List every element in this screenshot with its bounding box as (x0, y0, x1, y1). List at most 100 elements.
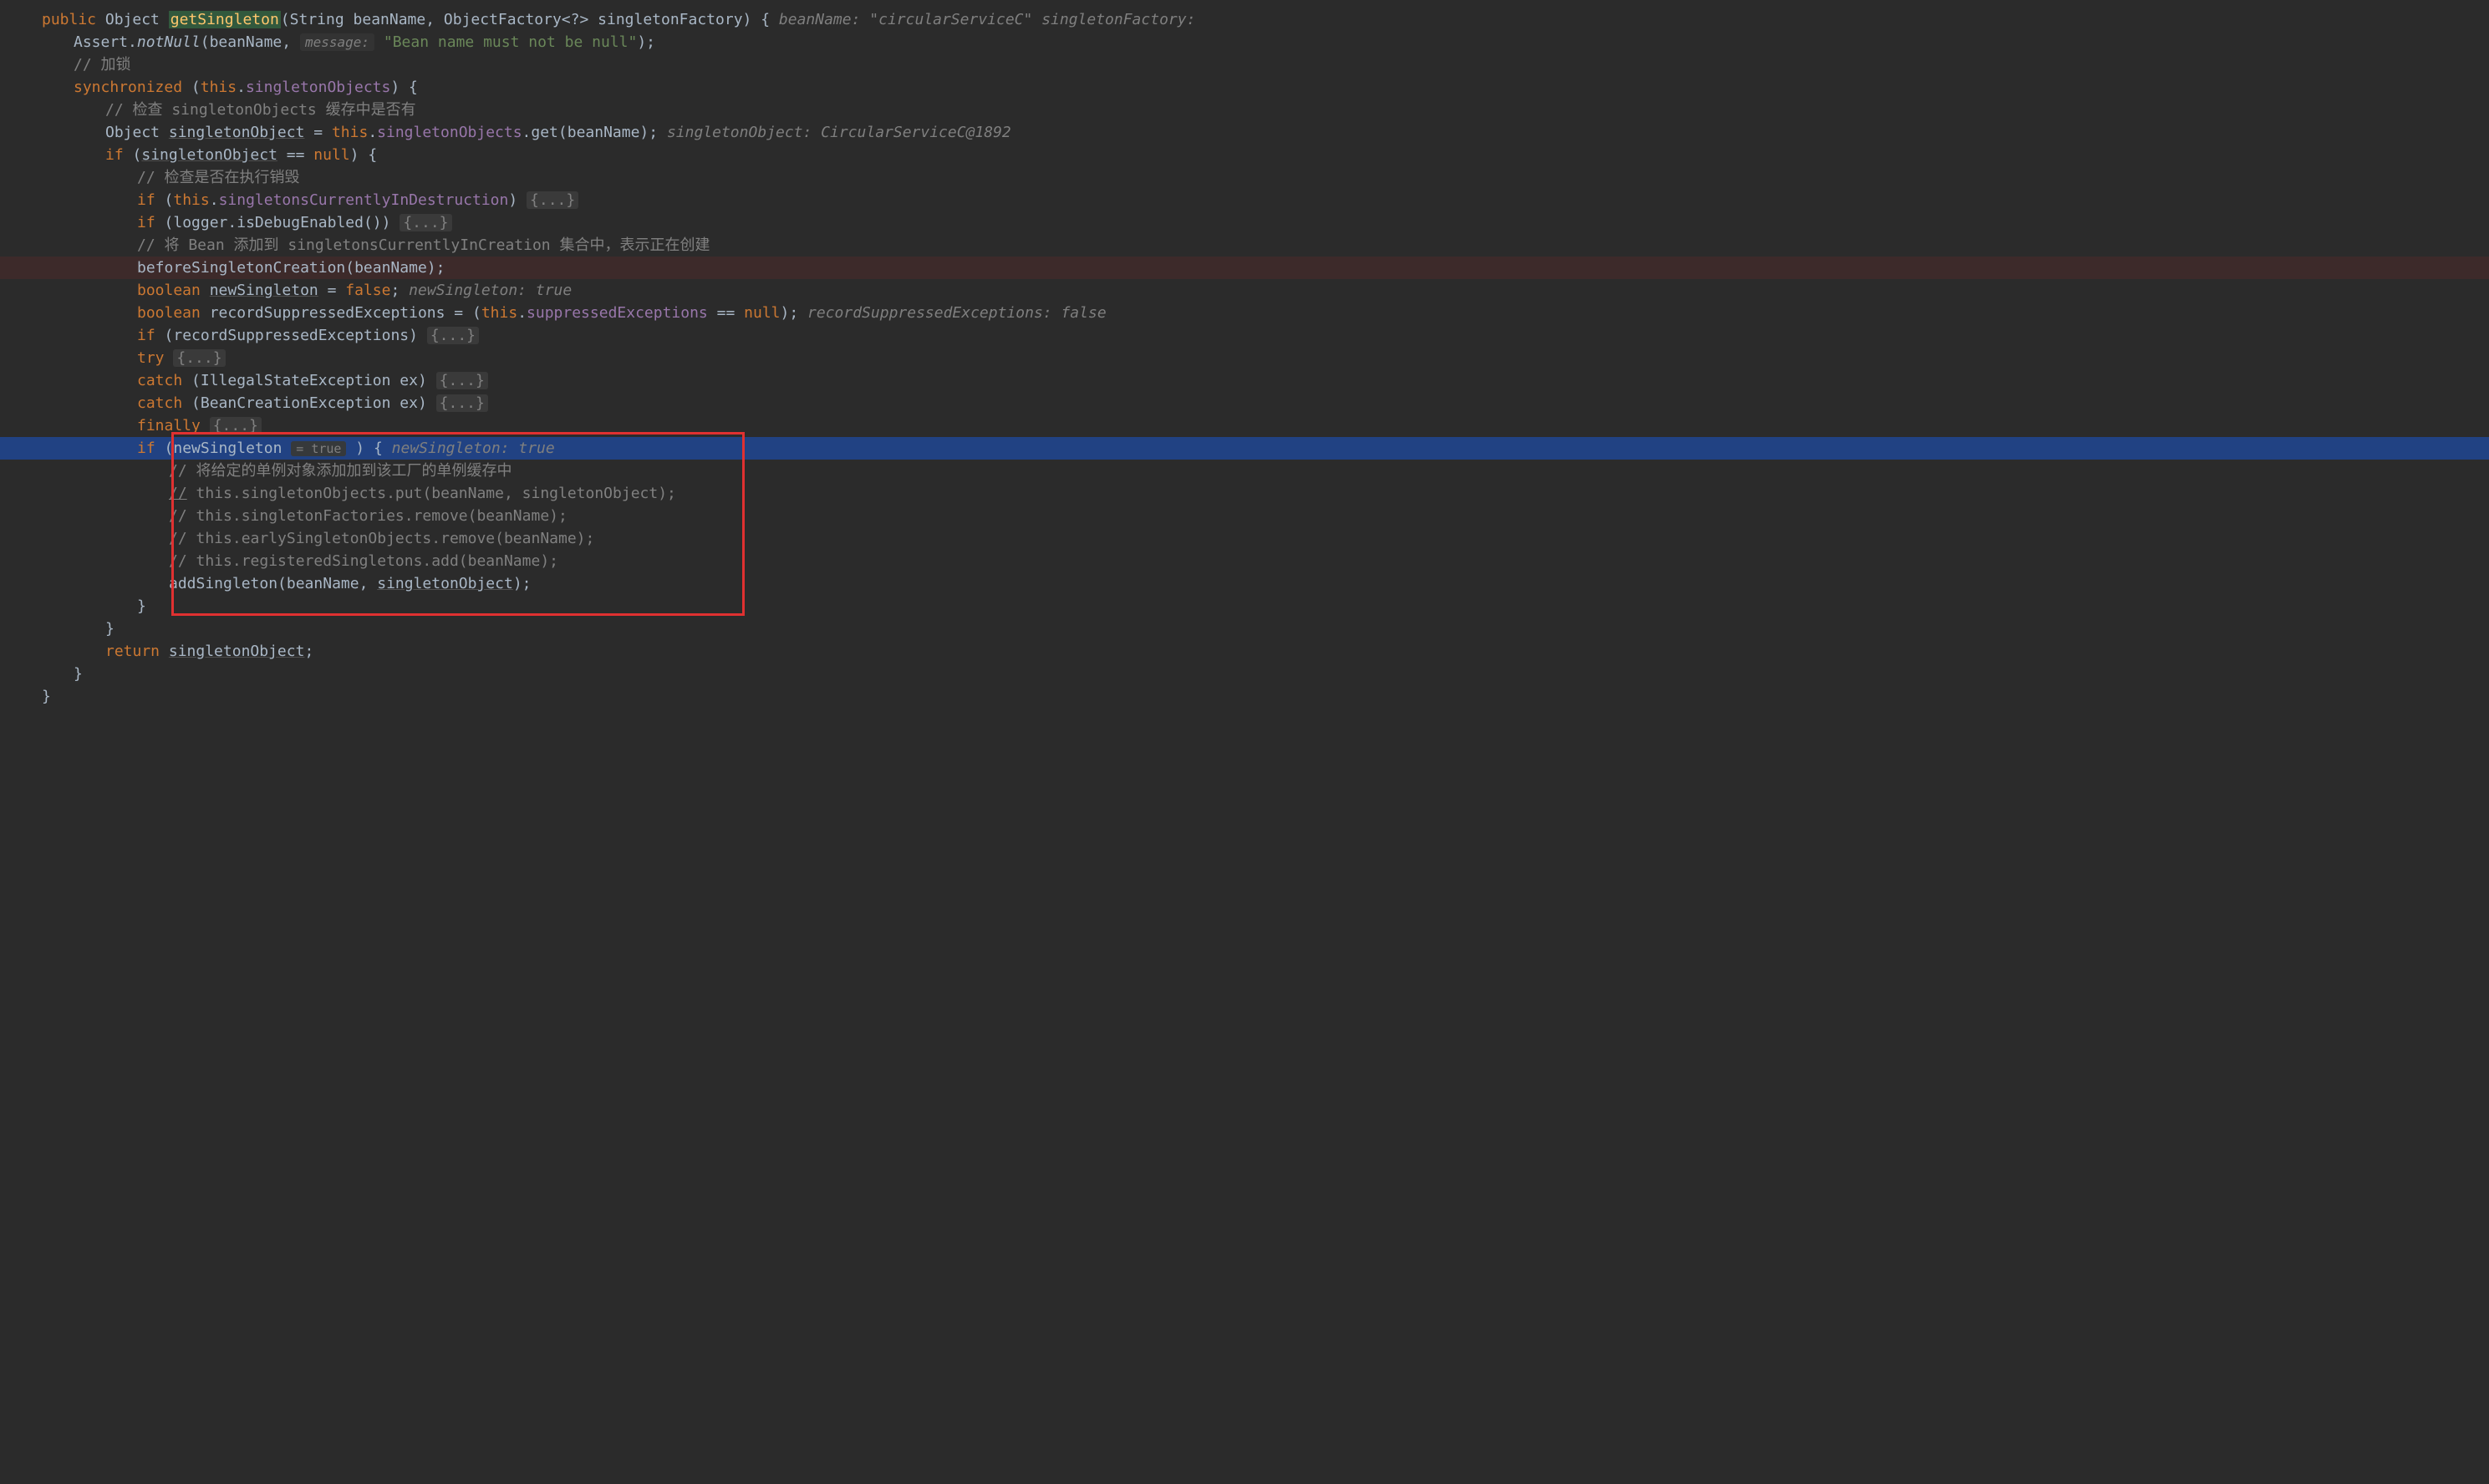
code-fold[interactable]: {...} (210, 417, 262, 435)
param-type: ObjectFactory<?> (444, 11, 588, 28)
keyword-finally: finally (137, 417, 201, 435)
keyword-if: if (137, 327, 155, 344)
code-fold[interactable]: {...} (173, 349, 225, 367)
code-fold[interactable]: {...} (400, 214, 451, 231)
comment: // this.singletonFactories.remove(beanNa… (169, 507, 568, 525)
code-line-method-signature[interactable]: public Object getSingleton(String beanNa… (42, 8, 2489, 31)
code-fold[interactable]: {...} (436, 394, 488, 412)
method-call: notNull (137, 33, 201, 51)
code-line-comment[interactable]: // 将给定的单例对象添加加到该工厂的单例缓存中 (42, 460, 2489, 482)
code-line-synchronized[interactable]: synchronized (this.singletonObjects) { (42, 76, 2489, 99)
code-line-before-creation[interactable]: beforeSingletonCreation(beanName); (0, 257, 2489, 279)
field-ref: singletonObjects (377, 124, 522, 141)
local-var: newSingleton (173, 440, 282, 457)
debug-inline-value: = true (291, 441, 346, 456)
comment: // 将 Bean 添加到 singletonsCurrentlyInCreat… (137, 236, 710, 254)
comment: // this.singletonObjects.put(beanName, s… (169, 485, 676, 502)
field-ref: singletonObjects (246, 79, 390, 96)
param-name: beanName (354, 11, 426, 28)
code-line-close-brace[interactable]: } (42, 617, 2489, 640)
code-line-catch-fold[interactable]: catch (BeanCreationException ex) {...} (42, 392, 2489, 414)
code-fold[interactable]: {...} (427, 327, 479, 344)
code-line-catch-fold[interactable]: catch (IllegalStateException ex) {...} (42, 369, 2489, 392)
paren: ( (281, 11, 290, 28)
type: Object (105, 124, 160, 141)
return-type: Object (105, 11, 169, 28)
code-line-assign[interactable]: boolean newSingleton = false; newSinglet… (42, 279, 2489, 302)
class-ref: Assert (74, 33, 128, 51)
local-var: singletonObject (169, 643, 305, 660)
code-line-comment[interactable]: // 加锁 (42, 53, 2489, 76)
method-name-highlighted: getSingleton (169, 11, 281, 28)
field-ref: suppressedExceptions (527, 304, 708, 322)
close-brace: } (105, 620, 115, 638)
debug-inline-hint: newSingleton: true (392, 440, 555, 457)
code-line-comment[interactable]: // this.registeredSingletons.add(beanNam… (42, 550, 2489, 572)
code-line-comment[interactable]: // 检查是否在执行销毁 (42, 166, 2489, 189)
code-line-close-brace[interactable]: } (42, 595, 2489, 617)
keyword-public: public (42, 11, 96, 28)
code-line-assert[interactable]: Assert.notNull(beanName, message: "Bean … (42, 31, 2489, 53)
logger-ref: logger (173, 214, 227, 231)
code-line-comment[interactable]: // this.earlySingletonObjects.remove(bea… (42, 527, 2489, 550)
keyword-this: this (481, 304, 517, 322)
code-line-assign[interactable]: boolean recordSuppressedExceptions = (th… (42, 302, 2489, 324)
keyword-synchronized: synchronized (74, 79, 182, 96)
method-call: beforeSingletonCreation(beanName); (137, 259, 445, 277)
code-line-finally-fold[interactable]: finally {...} (42, 414, 2489, 437)
code-line-if[interactable]: if (singletonObject == null) { (42, 144, 2489, 166)
close-brace: } (42, 688, 51, 705)
keyword-this: this (332, 124, 368, 141)
comment: // 加锁 (74, 56, 131, 74)
comment: // 将给定的单例对象添加加到该工厂的单例缓存中 (169, 462, 512, 480)
keyword-boolean: boolean (137, 282, 201, 299)
field-ref: singletonsCurrentlyInDestruction (219, 191, 509, 209)
debug-inline-hint: newSingleton: true (409, 282, 572, 299)
keyword-return: return (105, 643, 160, 660)
code-line-current-execution[interactable]: if (newSingleton = true ) { newSingleton… (0, 437, 2489, 460)
code-line-close-brace[interactable]: } (42, 685, 2489, 708)
close-brace: } (137, 597, 146, 615)
debug-inline-hint: singletonObject: CircularServiceC@1892 (667, 124, 1011, 141)
code-fold[interactable]: {...} (436, 372, 488, 389)
code-line-add-singleton[interactable]: addSingleton(beanName, singletonObject); (42, 572, 2489, 595)
code-line-if-fold[interactable]: if (logger.isDebugEnabled()) {...} (42, 211, 2489, 234)
param-hint: message: (300, 33, 374, 51)
keyword-boolean: boolean (137, 304, 201, 322)
code-line-if-fold[interactable]: if (this.singletonsCurrentlyInDestructio… (42, 189, 2489, 211)
code-editor[interactable]: public Object getSingleton(String beanNa… (42, 8, 2489, 708)
code-line-comment[interactable]: // 检查 singletonObjects 缓存中是否有 (42, 99, 2489, 121)
keyword-this: this (173, 191, 209, 209)
comment: // this.earlySingletonObjects.remove(bea… (169, 530, 594, 547)
local-var: singletonObject (169, 124, 305, 141)
keyword-if: if (137, 214, 155, 231)
comment: // 检查是否在执行销毁 (137, 169, 300, 186)
local-var: singletonObject (377, 575, 513, 592)
code-line-comment[interactable]: // 将 Bean 添加到 singletonsCurrentlyInCreat… (42, 234, 2489, 257)
debug-inline-hint: beanName: "circularServiceC" singletonFa… (779, 11, 1196, 28)
method-call: addSingleton(beanName, (169, 575, 377, 592)
code-line-assign[interactable]: Object singletonObject = this.singletonO… (42, 121, 2489, 144)
code-line-comment[interactable]: // this.singletonFactories.remove(beanNa… (42, 505, 2489, 527)
code-line-return[interactable]: return singletonObject; (42, 640, 2489, 663)
comment: // this.registeredSingletons.add(beanNam… (169, 552, 558, 570)
local-var: newSingleton (210, 282, 318, 299)
code-fold[interactable]: {...} (527, 191, 578, 209)
param-type: String (290, 11, 344, 28)
code-line-if-fold[interactable]: if (recordSuppressedExceptions) {...} (42, 324, 2489, 347)
param-name: singletonFactory (598, 11, 742, 28)
close-brace: } (74, 665, 83, 683)
keyword-try: try (137, 349, 165, 367)
local-var: recordSuppressedExceptions (210, 304, 445, 322)
keyword-false: false (345, 282, 390, 299)
keyword-null: null (313, 146, 349, 164)
code-line-comment[interactable]: // this.singletonObjects.put(beanName, s… (42, 482, 2489, 505)
comment: // 检查 singletonObjects 缓存中是否有 (105, 101, 416, 119)
keyword-if: if (137, 440, 155, 457)
debug-inline-hint: recordSuppressedExceptions: false (807, 304, 1107, 322)
keyword-catch: catch (137, 394, 182, 412)
code-line-try-fold[interactable]: try {...} (42, 347, 2489, 369)
code-line-close-brace[interactable]: } (42, 663, 2489, 685)
keyword-if: if (105, 146, 124, 164)
local-var: singletonObject (141, 146, 277, 164)
